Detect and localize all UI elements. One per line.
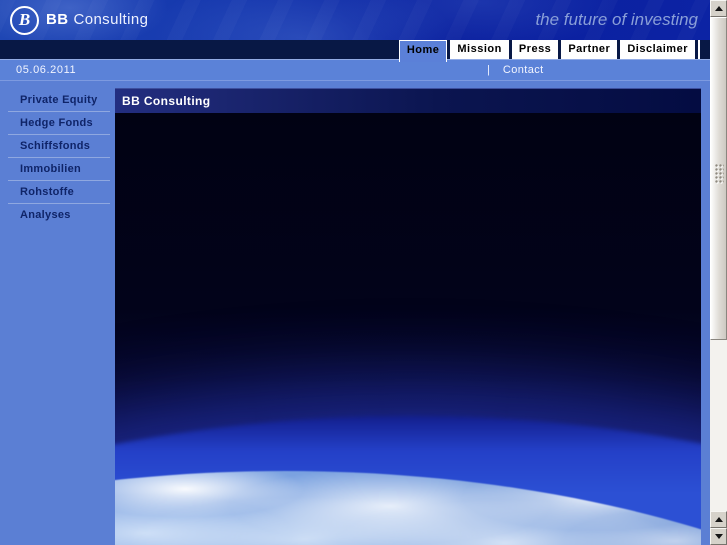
tab-home[interactable]: Home xyxy=(398,40,448,62)
contact-separator: | xyxy=(487,64,490,76)
scroll-up-button[interactable] xyxy=(710,0,727,17)
sidebar-item-analyses[interactable]: Analyses xyxy=(8,204,110,226)
contact-group: | Contact xyxy=(487,64,544,76)
sidebar-item-rohstoffe[interactable]: Rohstoffe xyxy=(8,181,110,204)
sidebar-item-schiffsfonds[interactable]: Schiffsfonds xyxy=(8,135,110,158)
brand-rest: Consulting xyxy=(73,11,149,28)
main-content: BB Consulting xyxy=(115,88,701,545)
date-label: 05.06.2011 xyxy=(16,64,77,76)
sidebar: Private Equity Hedge Fonds Schiffsfonds … xyxy=(8,89,110,226)
tab-disclaimer[interactable]: Disclaimer xyxy=(620,40,695,59)
tab-partner[interactable]: Partner xyxy=(561,40,618,59)
content-title: BB Consulting xyxy=(122,94,211,108)
sidebar-item-immobilien[interactable]: Immobilien xyxy=(8,158,110,181)
scroll-down-button[interactable] xyxy=(710,528,727,545)
tab-strip: Home Mission Press Partner Disclaimer xyxy=(398,40,700,62)
tab-press[interactable]: Press xyxy=(511,40,559,59)
nav-bar: Home Mission Press Partner Disclaimer xyxy=(0,40,710,62)
tab-strip-endcap xyxy=(698,40,700,59)
sidebar-item-hedge-fonds[interactable]: Hedge Fonds xyxy=(8,112,110,135)
tab-mission[interactable]: Mission xyxy=(450,40,509,59)
scrollbar-thumb-grip-icon xyxy=(715,164,724,184)
scroll-down-arrow-icon xyxy=(714,534,723,539)
contact-link[interactable]: Contact xyxy=(503,64,544,76)
brand-logo[interactable]: B xyxy=(10,6,39,35)
earth-space-image xyxy=(115,113,701,545)
page: B BB Consulting the future of investing H… xyxy=(0,0,727,545)
sidebar-item-private-equity[interactable]: Private Equity xyxy=(8,89,110,112)
logo-letter-icon: B xyxy=(18,10,31,29)
vertical-scrollbar[interactable] xyxy=(710,0,727,545)
brand-bold: BB xyxy=(46,11,69,28)
brand-title: BB Consulting xyxy=(46,11,148,28)
header-tagline: the future of investing xyxy=(535,10,698,29)
scroll-up-arrow-icon xyxy=(714,517,723,522)
header: B BB Consulting the future of investing xyxy=(0,0,710,40)
content-title-bar: BB Consulting xyxy=(115,88,701,113)
scroll-up-button-bottom[interactable] xyxy=(710,511,727,528)
scroll-up-arrow-icon xyxy=(714,6,723,11)
scrollbar-thumb[interactable] xyxy=(710,17,727,340)
info-bar: 05.06.2011 | Contact xyxy=(0,59,710,81)
